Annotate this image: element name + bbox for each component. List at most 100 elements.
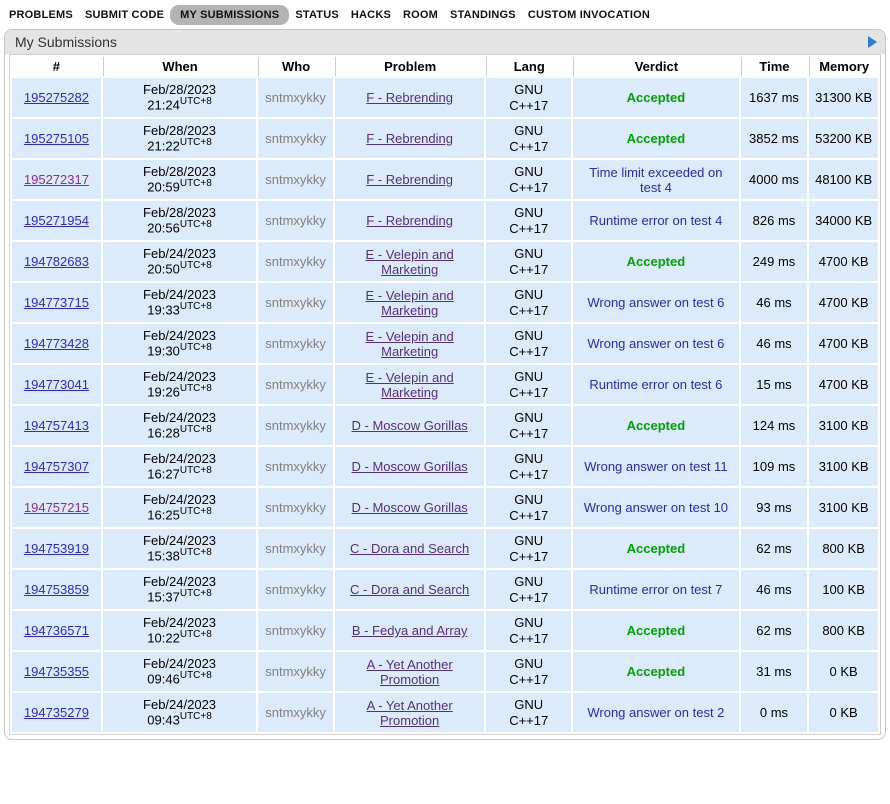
problem-link[interactable]: A - Yet Another Promotion (367, 698, 453, 728)
column-header-verdict: Verdict (573, 57, 739, 76)
submission-time: 10:22 (147, 631, 180, 646)
submission-time: 21:24 (147, 98, 180, 113)
submission-time: 09:43 (147, 713, 180, 728)
submission-id-link[interactable]: 194773715 (24, 295, 89, 310)
submission-time: 19:26 (147, 385, 180, 400)
submission-id-link[interactable]: 194735279 (24, 705, 89, 720)
submission-id-link[interactable]: 194753859 (24, 582, 89, 597)
memory-used: 3100 KB (809, 488, 878, 527)
table-row: 194753919 Feb/24/2023 15:38UTC+8 sntmxyk… (12, 529, 878, 568)
submission-verdict-cell: Wrong answer on test 6 (573, 324, 739, 363)
submission-id-link[interactable]: 195271954 (24, 213, 89, 228)
verdict-text: Runtime error on test 4 (589, 213, 722, 228)
submission-who: sntmxykky (258, 406, 333, 445)
verdict-text: Runtime error on test 7 (589, 582, 722, 597)
submission-verdict-cell: Accepted (573, 529, 739, 568)
submission-when-cell: Feb/28/2023 21:24UTC+8 (103, 78, 256, 117)
submission-id-link[interactable]: 194773428 (24, 336, 89, 351)
submission-id-link[interactable]: 194736571 (24, 623, 89, 638)
submission-lang: GNU C++17 (486, 693, 571, 732)
problem-link[interactable]: C - Dora and Search (350, 582, 469, 597)
exec-time: 62 ms (741, 529, 808, 568)
problem-link[interactable]: C - Dora and Search (350, 541, 469, 556)
problem-link[interactable]: E - Velepin and Marketing (366, 329, 454, 359)
nav-item-status[interactable]: STATUS (289, 5, 345, 25)
submission-when-cell: Feb/28/2023 21:22UTC+8 (103, 119, 256, 158)
submission-when-cell: Feb/24/2023 19:26UTC+8 (103, 365, 256, 404)
submission-id-cell: 194753859 (12, 570, 101, 609)
timezone-label: UTC+8 (180, 342, 212, 353)
memory-used: 3100 KB (809, 447, 878, 486)
submission-id-link[interactable]: 194757215 (24, 500, 89, 515)
submission-lang: GNU C++17 (486, 652, 571, 691)
submission-lang: GNU C++17 (486, 283, 571, 322)
submission-who: sntmxykky (258, 488, 333, 527)
submission-verdict-cell: Runtime error on test 4 (573, 201, 739, 240)
submission-id-link[interactable]: 194753919 (24, 541, 89, 556)
nav-item-submit-code[interactable]: SUBMIT CODE (79, 5, 170, 25)
problem-link[interactable]: E - Velepin and Marketing (366, 370, 454, 400)
nav-item-standings[interactable]: STANDINGS (444, 5, 522, 25)
submission-when-cell: Feb/24/2023 19:33UTC+8 (103, 283, 256, 322)
memory-used: 4700 KB (809, 365, 878, 404)
verdict-text: Time limit exceeded on test 4 (589, 165, 722, 195)
submission-time: 20:50 (147, 262, 180, 277)
submission-when-cell: Feb/28/2023 20:56UTC+8 (103, 201, 256, 240)
submission-id-link[interactable]: 194782683 (24, 254, 89, 269)
submission-date: Feb/24/2023 (107, 656, 252, 671)
submission-time: 19:30 (147, 344, 180, 359)
next-page-arrow-icon[interactable] (868, 36, 877, 48)
submission-lang: GNU C++17 (486, 406, 571, 445)
column-header-number: # (12, 57, 101, 76)
problem-link[interactable]: D - Moscow Gorillas (352, 500, 468, 515)
submission-when-cell: Feb/24/2023 16:27UTC+8 (103, 447, 256, 486)
submission-problem-cell: C - Dora and Search (335, 570, 484, 609)
problem-link[interactable]: F - Rebrending (366, 172, 453, 187)
problem-link[interactable]: F - Rebrending (366, 90, 453, 105)
submission-id-cell: 195275105 (12, 119, 101, 158)
exec-time: 826 ms (741, 201, 808, 240)
submission-id-cell: 194757413 (12, 406, 101, 445)
nav-item-my-submissions[interactable]: MY SUBMISSIONS (170, 5, 289, 25)
timezone-label: UTC+8 (180, 137, 212, 148)
submission-verdict-cell: Time limit exceeded on test 4 (573, 160, 739, 199)
submission-problem-cell: E - Velepin and Marketing (335, 242, 484, 281)
problem-link[interactable]: A - Yet Another Promotion (367, 657, 453, 687)
submission-verdict-cell: Accepted (573, 119, 739, 158)
problem-link[interactable]: D - Moscow Gorillas (352, 418, 468, 433)
table-row: 195275105 Feb/28/2023 21:22UTC+8 sntmxyk… (12, 119, 878, 158)
problem-link[interactable]: F - Rebrending (366, 213, 453, 228)
submission-problem-cell: D - Moscow Gorillas (335, 406, 484, 445)
submission-time: 21:22 (147, 139, 180, 154)
problem-link[interactable]: E - Velepin and Marketing (366, 247, 454, 277)
problem-link[interactable]: D - Moscow Gorillas (352, 459, 468, 474)
submission-when-cell: Feb/24/2023 10:22UTC+8 (103, 611, 256, 650)
problem-link[interactable]: E - Velepin and Marketing (366, 288, 454, 318)
nav-item-room[interactable]: ROOM (397, 5, 444, 25)
column-header-lang: Lang (486, 57, 571, 76)
table-row: 194757215 Feb/24/2023 16:25UTC+8 sntmxyk… (12, 488, 878, 527)
submission-id-cell: 195271954 (12, 201, 101, 240)
table-row: 194757413 Feb/24/2023 16:28UTC+8 sntmxyk… (12, 406, 878, 445)
nav-item-problems[interactable]: PROBLEMS (3, 5, 79, 25)
submission-id-link[interactable]: 194757307 (24, 459, 89, 474)
submission-id-link[interactable]: 195275105 (24, 131, 89, 146)
submissions-panel: My Submissions # When Who Problem Lang V… (4, 29, 886, 740)
submission-lang: GNU C++17 (486, 119, 571, 158)
problem-link[interactable]: F - Rebrending (366, 131, 453, 146)
problem-link[interactable]: B - Fedya and Array (352, 623, 468, 638)
submission-id-link[interactable]: 194735355 (24, 664, 89, 679)
nav-item-custom-invocation[interactable]: CUSTOM INVOCATION (522, 5, 656, 25)
submission-who: sntmxykky (258, 447, 333, 486)
nav-item-hacks[interactable]: HACKS (345, 5, 397, 25)
submission-date: Feb/24/2023 (107, 492, 252, 507)
submission-id-link[interactable]: 195275282 (24, 90, 89, 105)
submission-date: Feb/24/2023 (107, 451, 252, 466)
submission-id-link[interactable]: 194773041 (24, 377, 89, 392)
verdict-text: Accepted (627, 623, 686, 638)
submission-who: sntmxykky (258, 611, 333, 650)
submission-id-link[interactable]: 195272317 (24, 172, 89, 187)
submission-when-cell: Feb/24/2023 15:38UTC+8 (103, 529, 256, 568)
submission-when-cell: Feb/24/2023 09:43UTC+8 (103, 693, 256, 732)
submission-id-link[interactable]: 194757413 (24, 418, 89, 433)
